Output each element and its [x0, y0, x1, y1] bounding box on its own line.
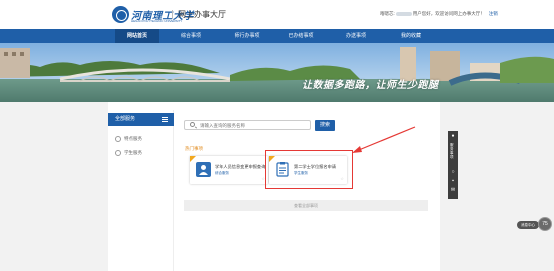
service-name: 学年人员信息变更申报查询	[215, 164, 266, 169]
welcome-text: 用户您好，欢迎访问网上办事大厅！	[412, 11, 485, 16]
sidebar-title: 全部服务	[115, 116, 136, 122]
nav-item-favorites[interactable]: 我的收藏	[389, 29, 433, 43]
school-english-name: HENAN POLYTECHNIC UNIVERSITY	[131, 19, 183, 23]
message-icon[interactable]: ▪	[450, 178, 456, 184]
site-title: 网上办事大厅	[172, 10, 226, 19]
logout-link[interactable]: 注销	[489, 11, 498, 17]
hot-services-title: 热门事项	[185, 146, 203, 151]
nav-item-in-progress[interactable]: 师行办事项	[225, 29, 269, 43]
nav-item-sent[interactable]: 办送事项	[334, 29, 378, 43]
top-bar: 河南理工大学 HENAN POLYTECHNIC UNIVERSITY 网上办事…	[0, 0, 554, 29]
menu-icon[interactable]	[162, 117, 168, 122]
search-icon	[190, 122, 195, 127]
student-icon	[115, 150, 121, 156]
right-toolbar: ● 服务事项 ○ ▪ ✉	[448, 131, 458, 199]
campus-scene	[0, 43, 554, 102]
nav-item-completed[interactable]: 已办结事项	[279, 29, 323, 43]
welcome-prefix: 喀嗯芯:	[380, 11, 395, 16]
right-toolbar-label[interactable]: 服务事项	[450, 143, 456, 159]
annotation-arrow-icon	[352, 126, 416, 153]
banner-slogan: 让数据多跑路，让师生少跑腿	[302, 80, 439, 91]
person-icon	[196, 162, 211, 177]
nav-item-general[interactable]: 综合事项	[169, 29, 213, 43]
message-center-tag[interactable]: 消息中心	[517, 221, 539, 229]
person-icon[interactable]: ●	[450, 133, 456, 139]
sidebar: 全部服务 特点服务 学生服务	[108, 110, 174, 271]
sidebar-item-student[interactable]: 学生服务	[115, 150, 142, 156]
university-logo-icon[interactable]	[112, 6, 129, 23]
service-card[interactable]: 学年人员信息变更申报查询 综合服务 ☆	[190, 156, 268, 184]
main-nav: 网站首页 综合事项 师行办事项 已办结事项 办送事项 我的收藏	[0, 29, 554, 43]
username-redacted	[395, 12, 412, 16]
service-icon	[115, 136, 121, 142]
user-area: 喀嗯芯: 用户您好，欢迎访问网上办事大厅！ 注销	[380, 11, 498, 17]
search-input[interactable]	[184, 120, 311, 130]
search-icon[interactable]: ○	[450, 169, 456, 175]
sidebar-header[interactable]: 全部服务	[108, 113, 174, 126]
mail-icon[interactable]: ✉	[450, 187, 456, 193]
sidebar-item-label: 学生服务	[124, 150, 142, 155]
sidebar-item-label: 特点服务	[124, 136, 142, 141]
sidebar-item-special[interactable]: 特点服务	[115, 136, 142, 142]
nav-item-home[interactable]: 网站首页	[115, 29, 159, 43]
view-all-services-button[interactable]: 查看全部事项	[184, 200, 428, 211]
search-button[interactable]: 搜索	[315, 120, 335, 131]
floating-circle-button[interactable]: 75	[538, 217, 552, 231]
banner-image: 让数据多跑路，让师生少跑腿	[0, 43, 554, 102]
service-dept: 综合服务	[215, 171, 229, 175]
